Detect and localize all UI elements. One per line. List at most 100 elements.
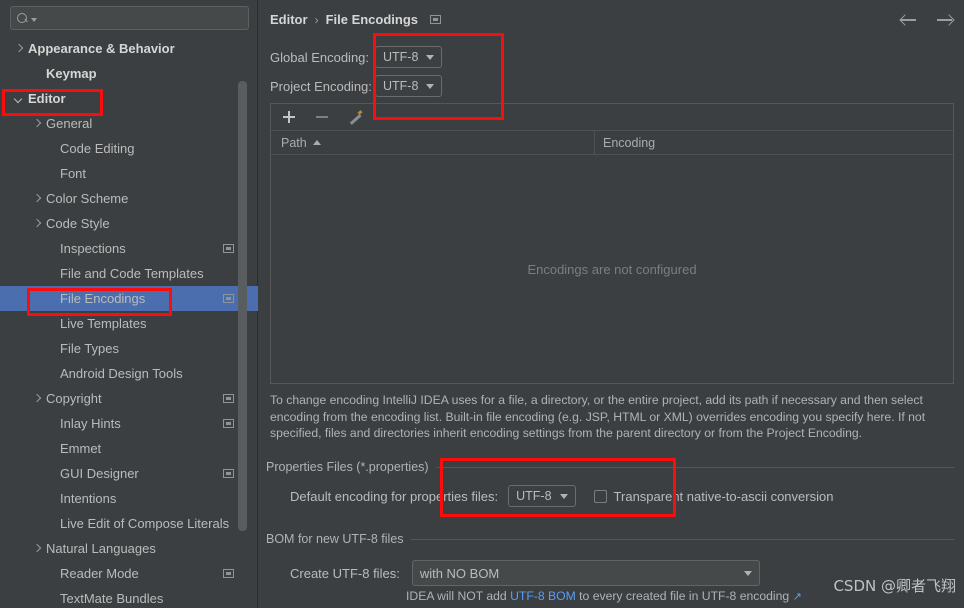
sidebar-item-android-design-tools[interactable]: Android Design Tools <box>0 361 258 386</box>
encodings-table-body: Encodings are not configured <box>271 156 953 383</box>
project-setting-badge-icon <box>430 15 442 24</box>
search-text-field[interactable] <box>37 11 242 25</box>
checkbox-box-icon <box>593 489 607 503</box>
sidebar-item-editor[interactable]: Editor <box>0 86 258 111</box>
sidebar-item-label: Color Scheme <box>46 191 129 206</box>
sidebar-item-label: Reader Mode <box>60 566 139 581</box>
sidebar-item-appearance-behavior[interactable]: Appearance & Behavior <box>0 36 258 61</box>
chevron-right-icon[interactable] <box>32 219 42 229</box>
sidebar-item-label: Inspections <box>60 241 126 256</box>
global-encoding-dropdown[interactable]: UTF-8 <box>375 46 443 68</box>
encodings-table-header: Path Encoding <box>271 131 953 155</box>
create-utf8-files-row: Create UTF-8 files: with NO BOM <box>290 560 760 586</box>
sidebar-item-natural-languages[interactable]: Natural Languages <box>0 536 258 561</box>
column-header-path-label: Path <box>281 135 307 150</box>
properties-default-encoding-dropdown[interactable]: UTF-8 <box>508 485 576 507</box>
sidebar-item-copyright[interactable]: Copyright <box>0 386 258 411</box>
sidebar-item-gui-designer[interactable]: GUI Designer <box>0 461 258 486</box>
remove-encoding-button[interactable] <box>314 109 330 125</box>
bom-hint-text: IDEA will NOT add UTF-8 BOM to every cre… <box>406 589 802 603</box>
sidebar-item-inlay-hints[interactable]: Inlay Hints <box>0 411 258 436</box>
bom-hint-prefix: IDEA will NOT add <box>406 589 511 603</box>
project-setting-badge-icon <box>223 469 234 478</box>
sidebar-item-label: File Types <box>60 341 120 356</box>
breadcrumb: Editor › File Encodings <box>270 12 442 27</box>
sidebar-item-label: Intentions <box>60 491 117 506</box>
sidebar-scrollbar-track[interactable] <box>238 36 252 608</box>
edit-encoding-button[interactable] <box>347 109 363 125</box>
settings-sidebar: Appearance & Behavior Keymap Editor General… <box>0 0 258 608</box>
external-link-icon[interactable]: ↗ <box>793 591 802 603</box>
sidebar-item-code-editing[interactable]: Code Editing <box>0 136 258 161</box>
sidebar-item-intentions[interactable]: Intentions <box>0 486 258 511</box>
sidebar-item-label: Code Style <box>46 216 110 231</box>
sidebar-item-label: Copyright <box>46 391 102 406</box>
native-to-ascii-checkbox[interactable]: Transparent native-to-ascii conversion <box>593 489 833 504</box>
sidebar-item-textmate-bundles[interactable]: TextMate Bundles <box>0 586 258 608</box>
global-encoding-value: UTF-8 <box>383 50 419 64</box>
chevron-down-icon <box>426 83 435 89</box>
sidebar-item-general[interactable]: General <box>0 111 258 136</box>
settings-tree: Appearance & Behavior Keymap Editor General… <box>0 36 258 608</box>
sidebar-item-file-types[interactable]: File Types <box>0 336 258 361</box>
sidebar-item-label: Keymap <box>46 66 97 81</box>
sidebar-item-reader-mode[interactable]: Reader Mode <box>0 561 258 586</box>
sidebar-scrollbar-thumb[interactable] <box>238 81 247 531</box>
search-input[interactable] <box>10 6 249 30</box>
group-divider <box>435 466 954 468</box>
sidebar-item-keymap[interactable]: Keymap <box>0 61 258 86</box>
sort-ascending-icon <box>312 140 321 145</box>
add-encoding-button[interactable] <box>281 109 297 125</box>
sidebar-item-font[interactable]: Font <box>0 161 258 186</box>
breadcrumb-current: File Encodings <box>325 12 419 27</box>
chevron-right-icon[interactable] <box>32 119 42 129</box>
chevron-down-icon[interactable] <box>14 94 24 104</box>
chevron-right-icon[interactable] <box>32 194 42 204</box>
watermark: CSDN @卿者飞翔 <box>833 577 956 595</box>
chevron-right-icon[interactable] <box>32 394 42 404</box>
sidebar-item-label: Appearance & Behavior <box>28 41 175 56</box>
chevron-right-icon[interactable] <box>14 44 24 54</box>
encodings-description: To change encoding IntelliJ IDEA uses fo… <box>270 393 926 441</box>
sidebar-item-live-edit-of-compose-literals[interactable]: Live Edit of Compose Literals <box>0 511 258 536</box>
create-utf8-files-dropdown[interactable]: with NO BOM <box>411 560 760 586</box>
chevron-down-icon <box>743 570 752 576</box>
sidebar-item-code-style[interactable]: Code Style <box>0 211 258 236</box>
project-setting-badge-icon <box>223 419 234 428</box>
sidebar-item-emmet[interactable]: Emmet <box>0 436 258 461</box>
global-encoding-label: Global Encoding: <box>270 49 370 65</box>
sidebar-item-label: Android Design Tools <box>60 366 183 381</box>
properties-files-group-title: Properties Files (*.properties) <box>266 460 429 474</box>
bom-hint-suffix: to every created file in UTF-8 encoding <box>575 589 793 603</box>
sidebar-item-label: Font <box>60 166 87 181</box>
breadcrumb-root[interactable]: Editor <box>270 12 308 27</box>
project-encoding-label: Project Encoding: <box>270 78 372 94</box>
arrow-left-icon[interactable] <box>900 12 918 28</box>
properties-default-encoding-label: Default encoding for properties files: <box>290 488 499 504</box>
utf8-bom-link[interactable]: UTF-8 BOM <box>510 589 576 603</box>
properties-files-group-header: Properties Files (*.properties) <box>266 460 954 474</box>
sidebar-item-color-scheme[interactable]: Color Scheme <box>0 186 258 211</box>
breadcrumb-separator-icon: › <box>314 12 319 27</box>
chevron-right-icon[interactable] <box>32 544 42 554</box>
search-container <box>0 0 257 34</box>
column-header-path[interactable]: Path <box>271 131 595 154</box>
sidebar-item-label: File and Code Templates <box>60 266 204 281</box>
sidebar-item-file-and-code-templates[interactable]: File and Code Templates <box>0 261 258 286</box>
arrow-right-icon[interactable] <box>936 12 954 28</box>
sidebar-item-file-encodings[interactable]: File Encodings <box>0 286 258 311</box>
file-encodings-panel: Editor › File Encodings Global Encoding:… <box>258 0 964 608</box>
column-header-encoding[interactable]: Encoding <box>595 131 953 154</box>
group-divider <box>410 538 954 540</box>
sidebar-item-inspections[interactable]: Inspections <box>0 236 258 261</box>
project-encoding-dropdown[interactable]: UTF-8 <box>375 75 443 97</box>
global-encoding-row: Global Encoding: UTF-8 <box>270 46 443 68</box>
sidebar-item-live-templates[interactable]: Live Templates <box>0 311 258 336</box>
